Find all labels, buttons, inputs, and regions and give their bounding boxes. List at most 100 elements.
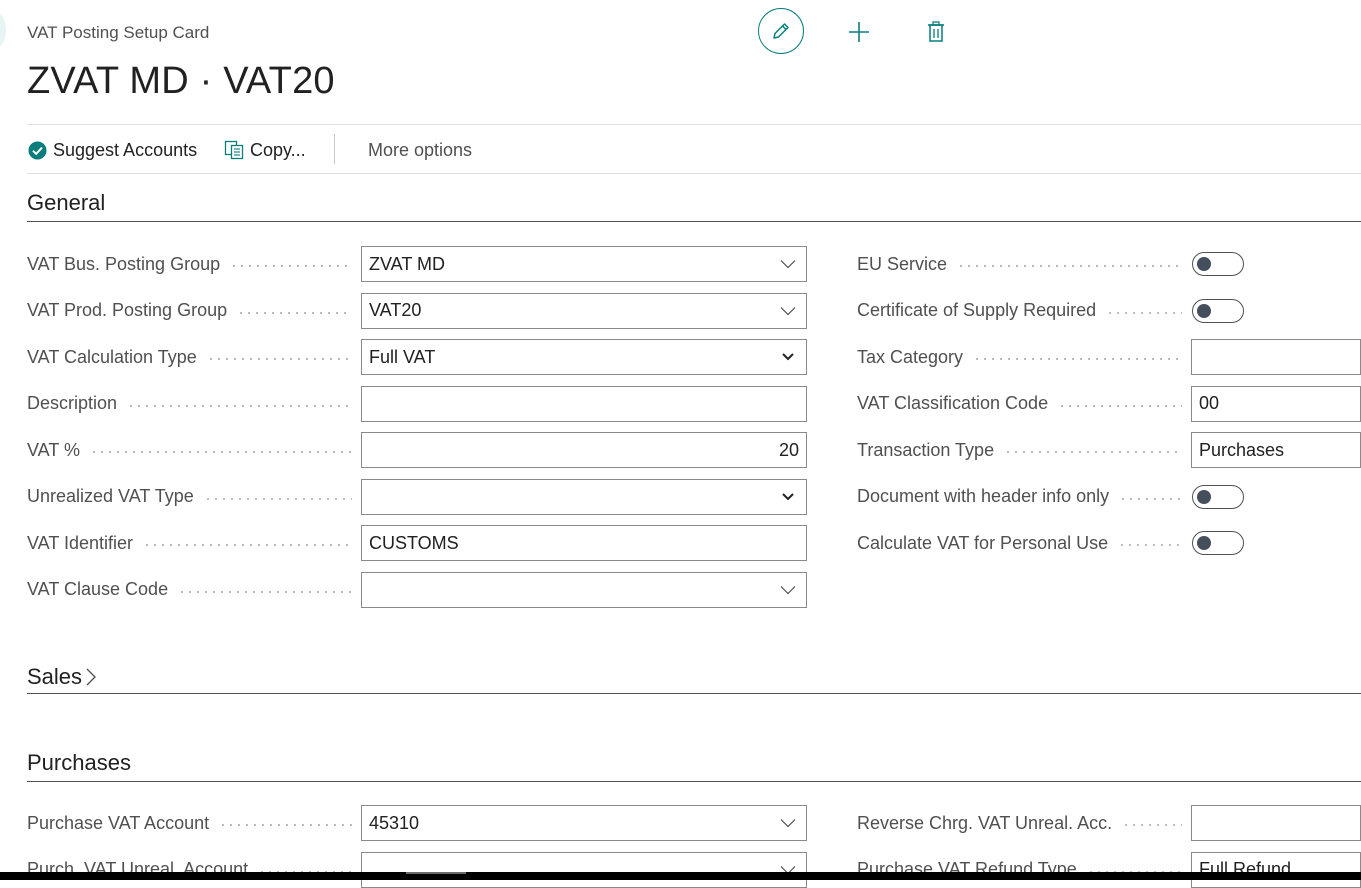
label-document-with-header-info-only: Document with header info only [857, 479, 1182, 515]
plus-icon [849, 22, 869, 42]
field-value: VAT20 [369, 300, 422, 320]
label-leader-dots [957, 265, 1182, 267]
purchase-vat-account-field[interactable]: 45310 [361, 805, 807, 841]
field-label-text: Unrealized VAT Type [27, 486, 194, 506]
vat-identifier-field[interactable]: CUSTOMS [361, 525, 807, 561]
purchase-vat-refund-type-field[interactable]: Full Refund [1191, 851, 1361, 888]
label-description: Description [27, 386, 352, 422]
reverse-chrg-vat-unreal-acc-field[interactable] [1191, 805, 1361, 841]
new-button[interactable] [846, 19, 872, 45]
label-leader-dots [237, 311, 352, 314]
vat-field[interactable]: 20 [361, 432, 807, 468]
suggest-accounts-button[interactable]: Suggest Accounts [28, 137, 197, 163]
vat-clause-code-field[interactable] [361, 571, 807, 608]
section-general-title[interactable]: General [27, 190, 105, 216]
field-label-text: EU Service [857, 253, 948, 274]
page-caption: VAT Posting Setup Card [27, 23, 210, 42]
app-nav-bubble [0, 12, 6, 48]
field-value: ZVAT MD [369, 253, 445, 274]
unrealized-vat-type-field[interactable] [361, 478, 807, 515]
field-label-text: Description [27, 393, 118, 413]
label-leader-dots [973, 358, 1182, 360]
label-purch-vat-unreal-account: Purch. VAT Unreal. Account [27, 852, 352, 888]
label-vat-identifier: VAT Identifier [27, 525, 352, 561]
calculate-vat-for-personal-use-toggle[interactable] [1192, 531, 1244, 555]
field-label-text: Purchase VAT Account [27, 812, 210, 833]
chevron-down-icon[interactable] [780, 303, 796, 319]
field-label-text: Document with header info only [857, 486, 1110, 506]
divider [27, 124, 1361, 125]
horizontal-scrollbar[interactable] [0, 872, 1361, 880]
eu-service-toggle[interactable] [1192, 252, 1244, 276]
label-tax-category: Tax Category [857, 339, 1182, 375]
chevron-right-icon [86, 668, 96, 686]
vat-calculation-type-field[interactable]: Full VAT [361, 339, 807, 375]
label-vat-clause-code: VAT Clause Code [27, 572, 352, 608]
toggle-knob [1197, 489, 1211, 504]
chevron-down-icon[interactable] [780, 489, 796, 505]
field-label-text: VAT Calculation Type [27, 346, 197, 367]
chevron-down-icon[interactable] [780, 256, 796, 272]
field-label-text: VAT Clause Code [27, 579, 169, 599]
label-vat: VAT % [27, 432, 352, 468]
page-title: ZVAT MD · VAT20 [27, 60, 335, 102]
section-underline [27, 781, 1361, 782]
label-leader-dots [230, 265, 352, 267]
field-label-text: VAT % [27, 439, 81, 460]
field-value: Full VAT [369, 346, 436, 367]
label-purchase-vat-account: Purchase VAT Account [27, 805, 352, 841]
certificate-of-supply-required-toggle[interactable] [1192, 298, 1244, 323]
label-leader-dots [178, 590, 352, 593]
label-vat-prod-posting-group: VAT Prod. Posting Group [27, 293, 352, 329]
label-leader-dots [1004, 451, 1182, 453]
document-with-header-info-only-toggle[interactable] [1192, 484, 1244, 509]
vat-bus-posting-group-field[interactable]: ZVAT MD [361, 246, 807, 282]
trash-icon [928, 21, 944, 42]
chevron-down-icon[interactable] [780, 815, 796, 831]
description-field[interactable] [361, 385, 807, 422]
field-value: 00 [1199, 393, 1220, 413]
label-unrealized-vat-type: Unrealized VAT Type [27, 479, 352, 515]
more-options-button[interactable]: More options [368, 137, 472, 163]
label-certificate-of-supply-required: Certificate of Supply Required [857, 293, 1182, 329]
tax-category-field[interactable] [1191, 339, 1361, 375]
label-leader-dots [206, 358, 352, 360]
label-leader-dots [1118, 544, 1182, 546]
label-vat-calculation-type: VAT Calculation Type [27, 339, 352, 375]
label-vat-classification-code: VAT Classification Code [857, 386, 1182, 422]
field-value: CUSTOMS [369, 532, 459, 553]
chevron-down-icon[interactable] [780, 349, 796, 365]
label-leader-dots [127, 404, 352, 407]
label-leader-dots [90, 451, 352, 453]
transaction-type-field[interactable]: Purchases [1191, 432, 1361, 468]
label-eu-service: EU Service [857, 246, 1182, 282]
purch-vat-unreal-account-field[interactable] [361, 851, 807, 888]
toggle-knob [1197, 257, 1211, 271]
label-leader-dots [1122, 824, 1182, 826]
copy-button[interactable]: Copy... [224, 137, 306, 163]
label-leader-dots [203, 497, 352, 500]
vat-prod-posting-group-field[interactable]: VAT20 [361, 292, 807, 329]
action-separator [334, 134, 335, 164]
check-circle-icon [28, 141, 47, 160]
section-underline [27, 221, 1361, 222]
label-calculate-vat-for-personal-use: Calculate VAT for Personal Use [857, 525, 1182, 561]
field-value: 20 [778, 439, 799, 460]
label-purchase-vat-refund-type: Purchase VAT Refund Type [857, 852, 1182, 888]
label-leader-dots [1106, 311, 1182, 314]
edit-button[interactable] [758, 8, 804, 54]
field-label-text: VAT Classification Code [857, 393, 1049, 413]
vat-classification-code-field[interactable]: 00 [1191, 385, 1361, 422]
field-label-text: Tax Category [857, 346, 964, 367]
scrollbar-thumb[interactable] [406, 872, 466, 874]
field-label-text: Transaction Type [857, 439, 995, 460]
section-purchases-title[interactable]: Purchases [27, 750, 131, 776]
field-label-text: VAT Identifier [27, 532, 134, 553]
label-reverse-chrg-vat-unreal-acc: Reverse Chrg. VAT Unreal. Acc. [857, 805, 1182, 841]
chevron-down-icon[interactable] [780, 582, 796, 598]
label-vat-bus-posting-group: VAT Bus. Posting Group [27, 246, 352, 282]
section-sales-header[interactable]: Sales [27, 663, 97, 691]
label-leader-dots [1119, 497, 1182, 500]
field-label-text: Calculate VAT for Personal Use [857, 532, 1109, 553]
delete-button[interactable] [924, 19, 948, 45]
